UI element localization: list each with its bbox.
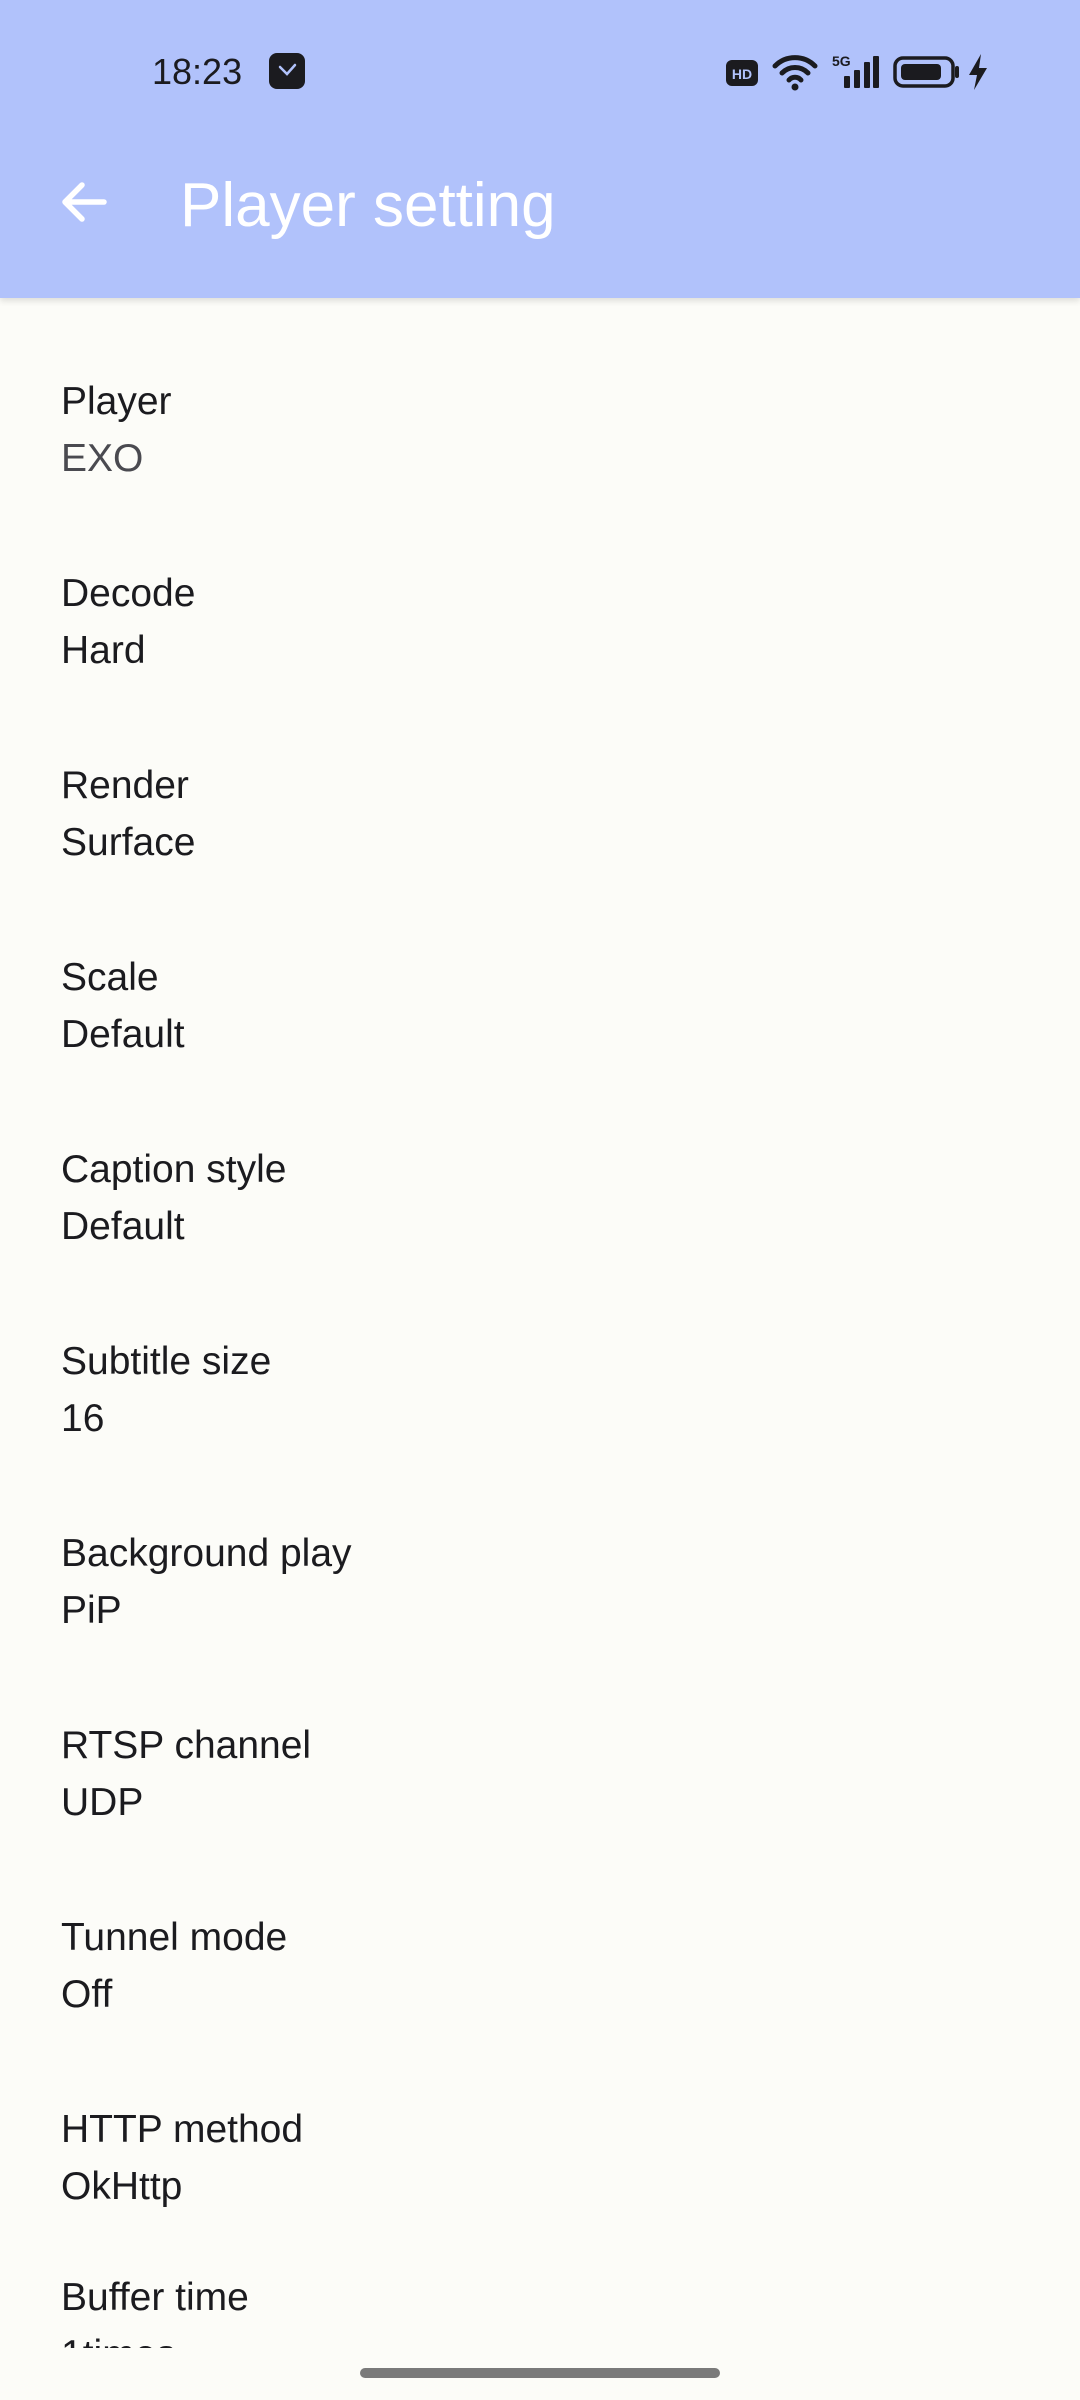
charging-bolt-icon	[969, 54, 987, 90]
setting-item-player[interactable]: Player EXO	[0, 298, 1080, 490]
setting-item-scale[interactable]: Scale Default	[0, 874, 1080, 1066]
setting-item-background-play[interactable]: Background play PiP	[0, 1450, 1080, 1642]
setting-value: PiP	[61, 1589, 122, 1632]
setting-title: Player	[61, 380, 172, 423]
setting-title: Scale	[61, 956, 159, 999]
page-title: Player setting	[180, 171, 556, 240]
setting-title: Subtitle size	[61, 1340, 272, 1383]
screen: 18:23 HD 5G Player setting Player EXO De…	[0, 0, 1080, 2400]
setting-title: Decode	[61, 572, 196, 615]
app-bar: 18:23 HD 5G Player setting	[0, 0, 1080, 298]
setting-title: Background play	[61, 1532, 352, 1575]
setting-value: 16	[61, 1397, 105, 1440]
setting-item-caption-style[interactable]: Caption style Default	[0, 1066, 1080, 1258]
setting-value: Hard	[61, 629, 146, 672]
network-type-label: 5G	[832, 53, 851, 69]
battery-icon	[893, 56, 959, 88]
setting-value: EXO	[61, 437, 144, 480]
arrow-back-icon	[62, 182, 107, 222]
setting-item-tunnel-mode[interactable]: Tunnel mode Off	[0, 1834, 1080, 2026]
status-time: 18:23	[152, 51, 243, 92]
setting-item-http-method[interactable]: HTTP method OkHttp	[0, 2026, 1080, 2218]
back-button[interactable]	[40, 158, 128, 246]
setting-value: Surface	[61, 821, 196, 864]
setting-item-subtitle-size[interactable]: Subtitle size 16	[0, 1258, 1080, 1450]
settings-list[interactable]: Player EXO Decode Hard Render Surface Sc…	[0, 298, 1080, 2348]
setting-item-render[interactable]: Render Surface	[0, 682, 1080, 874]
setting-title: HTTP method	[61, 2108, 304, 2151]
setting-title: RTSP channel	[61, 1724, 312, 1767]
setting-item-rtsp-channel[interactable]: RTSP channel UDP	[0, 1642, 1080, 1834]
alarm-clock-icon	[269, 53, 305, 89]
setting-title: Buffer time	[61, 2276, 249, 2319]
setting-item-buffer-time[interactable]: Buffer time 1times	[0, 2194, 1080, 2348]
wifi-icon	[772, 55, 818, 91]
cellular-signal-icon: 5G	[832, 53, 879, 88]
setting-value: 1times	[61, 2331, 176, 2348]
hd-label: HD	[732, 66, 752, 82]
setting-title: Tunnel mode	[61, 1916, 288, 1959]
setting-title: Caption style	[61, 1148, 287, 1191]
setting-value: UDP	[61, 1781, 144, 1824]
setting-item-decode[interactable]: Decode Hard	[0, 490, 1080, 682]
setting-title: Render	[61, 764, 189, 807]
setting-value: Default	[61, 1205, 185, 1248]
setting-value: Default	[61, 1013, 185, 1056]
setting-value: Off	[61, 1973, 113, 2016]
gesture-navigation-handle[interactable]	[360, 2368, 720, 2378]
hd-icon: HD	[726, 60, 758, 86]
